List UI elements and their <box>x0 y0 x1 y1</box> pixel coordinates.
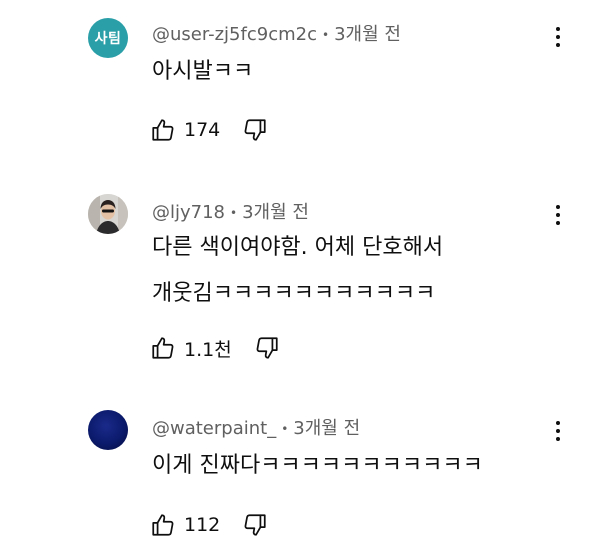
comment-actions: 174 <box>150 115 268 145</box>
like-button[interactable]: 1.1천 <box>150 335 232 362</box>
avatar[interactable] <box>88 410 128 450</box>
meta-separator: • <box>321 28 330 42</box>
comment-author[interactable]: @waterpaint_ <box>152 418 276 439</box>
comment-actions: 1.1천 <box>150 333 280 363</box>
comment-text: 다른 색이여야함. 어체 단호해서 개웃김ㅋㅋㅋㅋㅋㅋㅋㅋㅋㅋㅋ <box>152 229 443 313</box>
like-count: 1.1천 <box>184 338 232 361</box>
comment-meta: @ljy718 • 3개월 전 <box>152 198 309 224</box>
dislike-button[interactable] <box>242 117 268 143</box>
avatar[interactable] <box>88 194 128 234</box>
thumb-down-icon <box>244 514 266 536</box>
comment-line: 개웃김ㅋㅋㅋㅋㅋㅋㅋㅋㅋㅋㅋ <box>152 281 436 306</box>
comment-author[interactable]: @ljy718 <box>152 202 225 223</box>
avatar-initials: 사팀 <box>94 31 122 47</box>
dislike-button[interactable] <box>254 335 280 361</box>
comment-time[interactable]: 3개월 전 <box>242 202 309 223</box>
comment-text: 이게 진짜다ㅋㅋㅋㅋㅋㅋㅋㅋㅋㅋㅋ <box>152 447 483 485</box>
avatar-photo <box>88 194 128 234</box>
avatar[interactable]: 사팀 <box>88 18 128 58</box>
thumb-down-icon <box>244 119 266 141</box>
more-vert-icon[interactable] <box>548 22 568 52</box>
comment-line: 다른 색이여야함. 어체 단호해서 <box>152 235 444 260</box>
meta-separator: • <box>230 206 238 220</box>
thumb-down-icon <box>256 337 278 359</box>
comment-meta: @user-zj5fc9cm2c • 3개월 전 <box>152 20 401 46</box>
more-vert-icon[interactable] <box>548 200 568 230</box>
comment-text: 아시발ㅋㅋ <box>152 53 253 91</box>
more-vert-icon[interactable] <box>548 416 568 446</box>
meta-separator: • <box>281 422 289 436</box>
thumb-up-icon <box>152 119 174 141</box>
like-count: 174 <box>184 119 221 141</box>
like-button[interactable]: 112 <box>150 512 220 538</box>
comment-time[interactable]: 3개월 전 <box>334 24 401 45</box>
comment-meta: @waterpaint_ • 3개월 전 <box>152 414 360 440</box>
thumb-up-icon <box>152 337 174 359</box>
comment-time[interactable]: 3개월 전 <box>293 418 360 439</box>
thumb-up-icon <box>152 514 174 536</box>
dislike-button[interactable] <box>242 512 268 538</box>
comment-line: 이게 진짜다ㅋㅋㅋㅋㅋㅋㅋㅋㅋㅋㅋ <box>152 453 483 478</box>
like-count: 112 <box>184 514 221 536</box>
comment-line: 아시발ㅋㅋ <box>152 59 254 84</box>
comment-actions: 112 <box>150 510 268 540</box>
comment-author[interactable]: @user-zj5fc9cm2c <box>152 24 317 45</box>
like-button[interactable]: 174 <box>150 117 220 143</box>
